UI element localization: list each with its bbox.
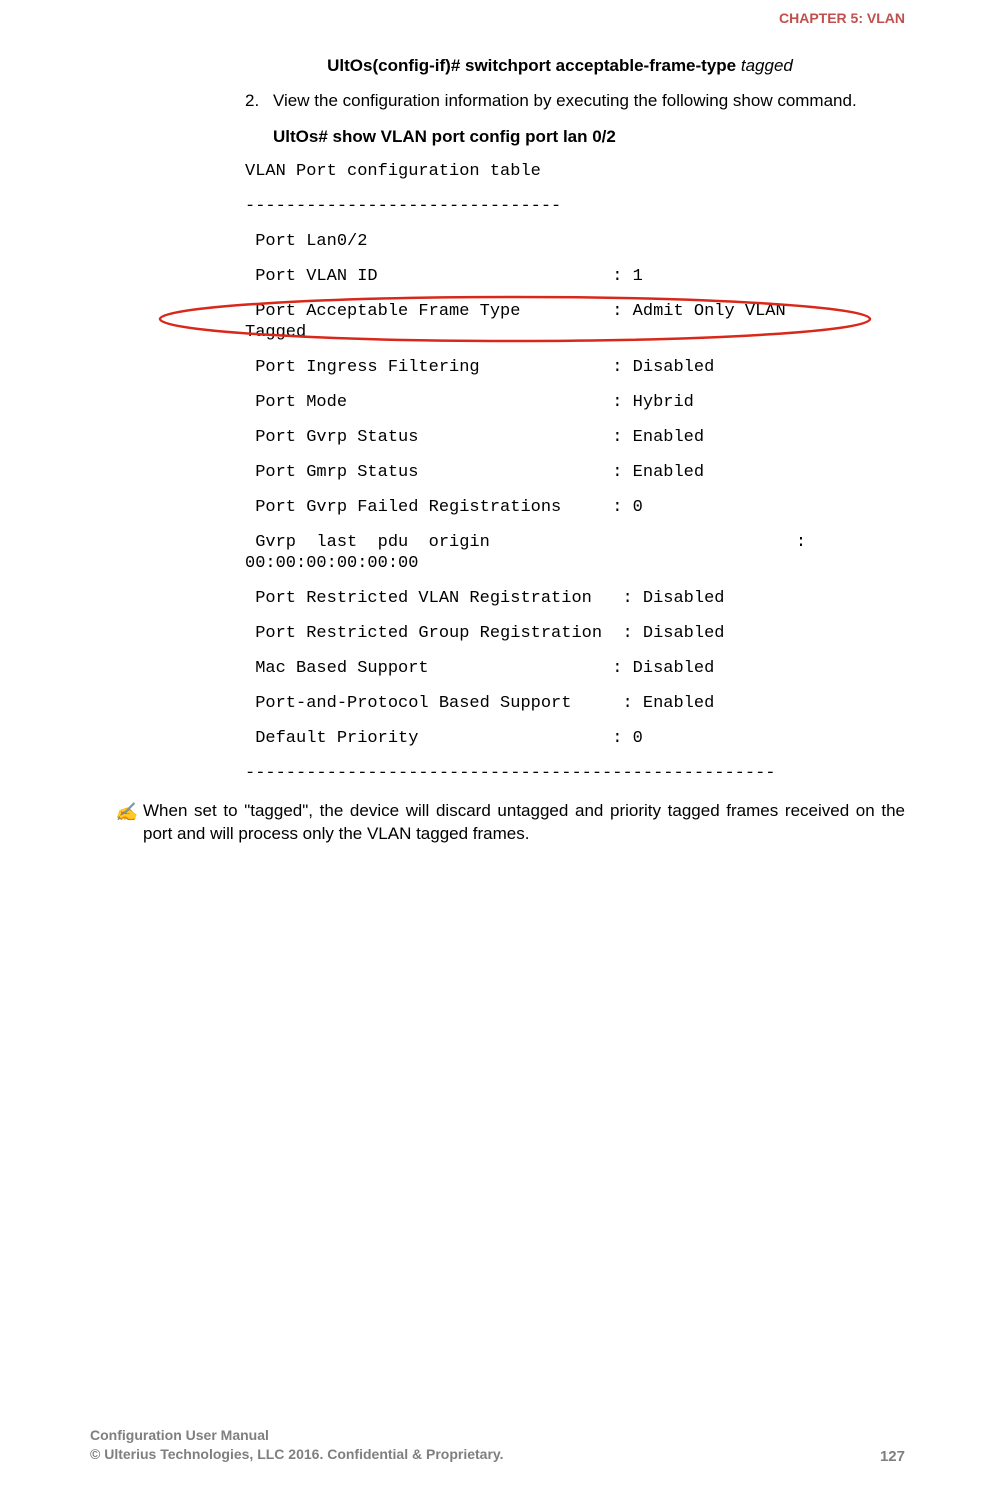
step-number: 2. (245, 90, 273, 113)
note-icon: ✍ (115, 800, 143, 846)
footer-copyright: © Ulterius Technologies, LLC 2016. Confi… (90, 1445, 504, 1465)
term-vlan-id: Port VLAN ID : 1 (245, 268, 905, 285)
term-rest-vlan: Port Restricted VLAN Registration : Disa… (245, 590, 905, 607)
term-gvrp-pdu-1: Gvrp last pdu origin : (245, 534, 905, 551)
term-gmrp: Port Gmrp Status : Enabled (245, 464, 905, 481)
command-prefix: UltOs(config-if)# switchport acceptable-… (327, 56, 741, 75)
highlighted-frame-type: Port Acceptable Frame Type : Admit Only … (245, 303, 905, 341)
note-row: ✍ When set to "tagged", the device will … (90, 800, 905, 846)
term-ingress: Port Ingress Filtering : Disabled (245, 359, 905, 376)
step-2-row: 2. View the configuration information by… (245, 90, 905, 113)
term-sep-bottom: ----------------------------------------… (245, 765, 905, 782)
command-switchport: UltOs(config-if)# switchport acceptable-… (215, 56, 905, 76)
command-show-vlan: UltOs# show VLAN port config port lan 0/… (273, 127, 905, 147)
term-frame-type-2: Tagged (245, 324, 905, 341)
term-title: VLAN Port configuration table (245, 163, 905, 180)
term-gvrp-failed: Port Gvrp Failed Registrations : 0 (245, 499, 905, 516)
command-param: tagged (741, 56, 793, 75)
term-frame-type-1: Port Acceptable Frame Type : Admit Only … (245, 303, 905, 320)
term-rest-group: Port Restricted Group Registration : Dis… (245, 625, 905, 642)
term-sep-top: ------------------------------- (245, 198, 905, 215)
step-text: View the configuration information by ex… (273, 90, 905, 113)
term-gvrp-pdu-2: 00:00:00:00:00:00 (245, 555, 905, 572)
note-text: When set to "tagged", the device will di… (143, 800, 905, 846)
term-priority: Default Priority : 0 (245, 730, 905, 747)
term-port: Port Lan0/2 (245, 233, 905, 250)
term-mode: Port Mode : Hybrid (245, 394, 905, 411)
terminal-output: VLAN Port configuration table ----------… (245, 163, 905, 782)
page-footer: Configuration User Manual © Ulterius Tec… (90, 1426, 905, 1465)
term-gvrp: Port Gvrp Status : Enabled (245, 429, 905, 446)
footer-manual-title: Configuration User Manual (90, 1426, 504, 1446)
chapter-header: CHAPTER 5: VLAN (90, 0, 905, 56)
footer-page-number: 127 (880, 1448, 905, 1465)
term-mac: Mac Based Support : Disabled (245, 660, 905, 677)
term-protocol: Port-and-Protocol Based Support : Enable… (245, 695, 905, 712)
footer-left: Configuration User Manual © Ulterius Tec… (90, 1426, 504, 1465)
